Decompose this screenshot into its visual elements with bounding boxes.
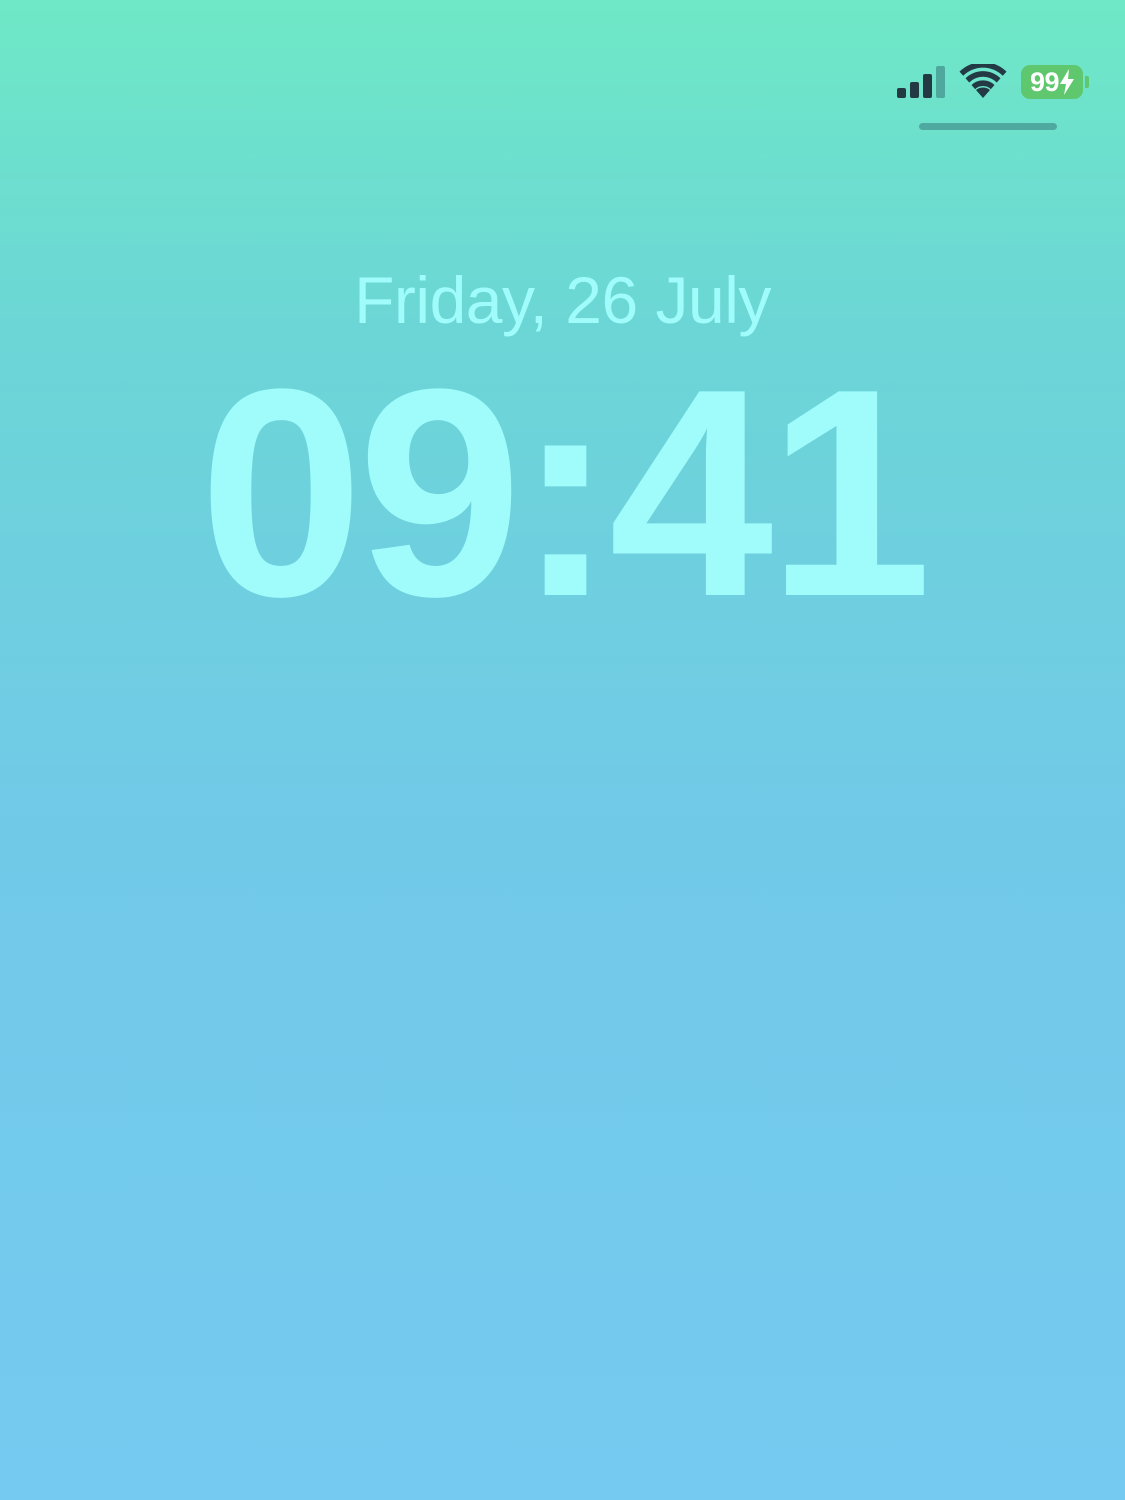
- lock-screen: 99 Friday, 26 July 09:41: [0, 0, 1125, 1500]
- status-indicator-line: [919, 123, 1057, 130]
- lock-screen-time: 09:41: [198, 327, 932, 658]
- lightning-bolt-icon: [1060, 69, 1075, 95]
- signal-bar-1: [897, 88, 906, 98]
- battery-body: 99: [1021, 65, 1083, 99]
- battery-level-text: 99: [1029, 66, 1060, 97]
- signal-bar-4: [936, 66, 945, 98]
- signal-bar-2: [910, 82, 919, 98]
- battery-cap: [1085, 76, 1089, 88]
- signal-bar-3: [923, 74, 932, 98]
- wifi-icon: [959, 64, 1007, 100]
- battery-charging-icon: 99: [1021, 65, 1089, 99]
- cellular-signal-icon: [897, 66, 945, 98]
- status-bar: 99: [897, 60, 1089, 104]
